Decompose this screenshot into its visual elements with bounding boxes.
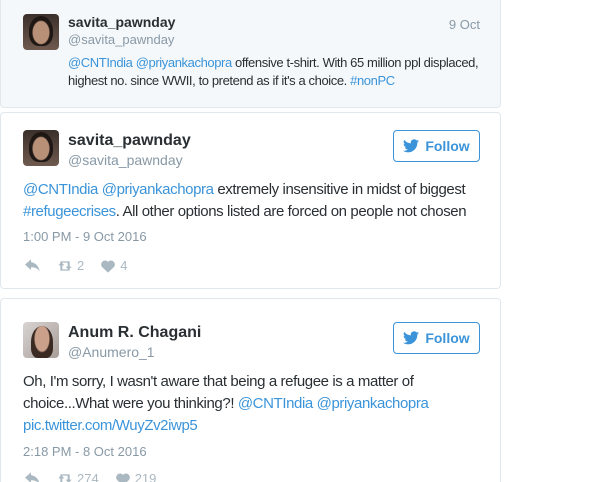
heart-icon bbox=[115, 473, 130, 482]
author-name[interactable]: savita_pawnday bbox=[68, 14, 175, 30]
reply-action[interactable] bbox=[25, 471, 41, 482]
tweet-actions: 2 4 bbox=[25, 258, 127, 273]
author-handle[interactable]: @Anumero_1 bbox=[68, 344, 155, 360]
retweet-icon bbox=[58, 260, 72, 271]
follow-button[interactable]: Follow bbox=[393, 130, 480, 162]
tweet-body-text: . All other options listed are forced on… bbox=[115, 203, 467, 220]
follow-label: Follow bbox=[425, 330, 470, 346]
retweet-count: 274 bbox=[77, 471, 99, 482]
author-name[interactable]: Anum R. Chagani bbox=[68, 324, 201, 342]
reply-arrow-icon bbox=[25, 471, 40, 482]
pic-link[interactable]: pic.twitter.com/WuyZv2iwp5 bbox=[23, 417, 198, 434]
mention-link[interactable]: @priyankachopra bbox=[317, 395, 429, 412]
follow-button[interactable]: Follow bbox=[393, 322, 480, 354]
tweet-card: savita_pawnday @savita_pawnday Follow @C… bbox=[0, 112, 501, 289]
mention-link[interactable]: @priyankachopra bbox=[102, 181, 214, 198]
reply-arrow-icon bbox=[25, 258, 40, 271]
heart-icon bbox=[101, 260, 116, 273]
twitter-bird-icon bbox=[403, 139, 420, 153]
parent-tweet-card: savita_pawnday @savita_pawnday 9 Oct @CN… bbox=[0, 0, 501, 108]
tweet-text: Oh, I'm sorry, I wasn't aware that being… bbox=[23, 371, 443, 437]
tweet-timestamp[interactable]: 1:00 PM - 9 Oct 2016 bbox=[23, 229, 147, 244]
like-action[interactable]: 4 bbox=[100, 258, 127, 273]
mention-link[interactable]: @CNTIndia bbox=[23, 181, 98, 198]
avatar[interactable] bbox=[23, 14, 59, 50]
tweet-text: @CNTIndia @priyankachopra extremely inse… bbox=[23, 179, 483, 223]
tweet-text: @CNTIndia @priyankachopra offensive t-sh… bbox=[68, 54, 488, 90]
twitter-bird-icon bbox=[403, 331, 420, 345]
mention-link[interactable]: @CNTIndia bbox=[68, 55, 133, 70]
retweet-icon bbox=[58, 473, 72, 482]
mention-link[interactable]: @priyankachopra bbox=[136, 55, 232, 70]
author-handle[interactable]: @savita_pawnday bbox=[68, 32, 174, 47]
author-name[interactable]: savita_pawnday bbox=[68, 132, 191, 150]
retweet-action[interactable]: 274 bbox=[57, 471, 99, 482]
tweet-timestamp[interactable]: 2:18 PM - 8 Oct 2016 bbox=[23, 444, 147, 459]
tweet-date[interactable]: 9 Oct bbox=[449, 17, 480, 32]
retweet-action[interactable]: 2 bbox=[57, 258, 84, 273]
hashtag-link[interactable]: #nonPC bbox=[350, 73, 395, 88]
author-handle[interactable]: @savita_pawnday bbox=[68, 152, 183, 168]
like-action[interactable]: 219 bbox=[115, 471, 157, 482]
tweet-body-text: extremely insensitive in midst of bigges… bbox=[213, 181, 466, 198]
hashtag-link[interactable]: #refugeecrises bbox=[23, 203, 116, 220]
tweet-actions: 274 219 bbox=[25, 471, 156, 482]
follow-label: Follow bbox=[425, 138, 470, 154]
mention-link[interactable]: @CNTIndia bbox=[238, 395, 313, 412]
reply-action[interactable] bbox=[25, 258, 41, 273]
like-count: 219 bbox=[134, 471, 157, 482]
avatar[interactable] bbox=[23, 322, 59, 358]
avatar[interactable] bbox=[23, 130, 59, 166]
retweet-count: 2 bbox=[77, 258, 85, 273]
like-count: 4 bbox=[120, 258, 128, 273]
tweet-card: Anum R. Chagani @Anumero_1 Follow Oh, I'… bbox=[0, 298, 501, 482]
